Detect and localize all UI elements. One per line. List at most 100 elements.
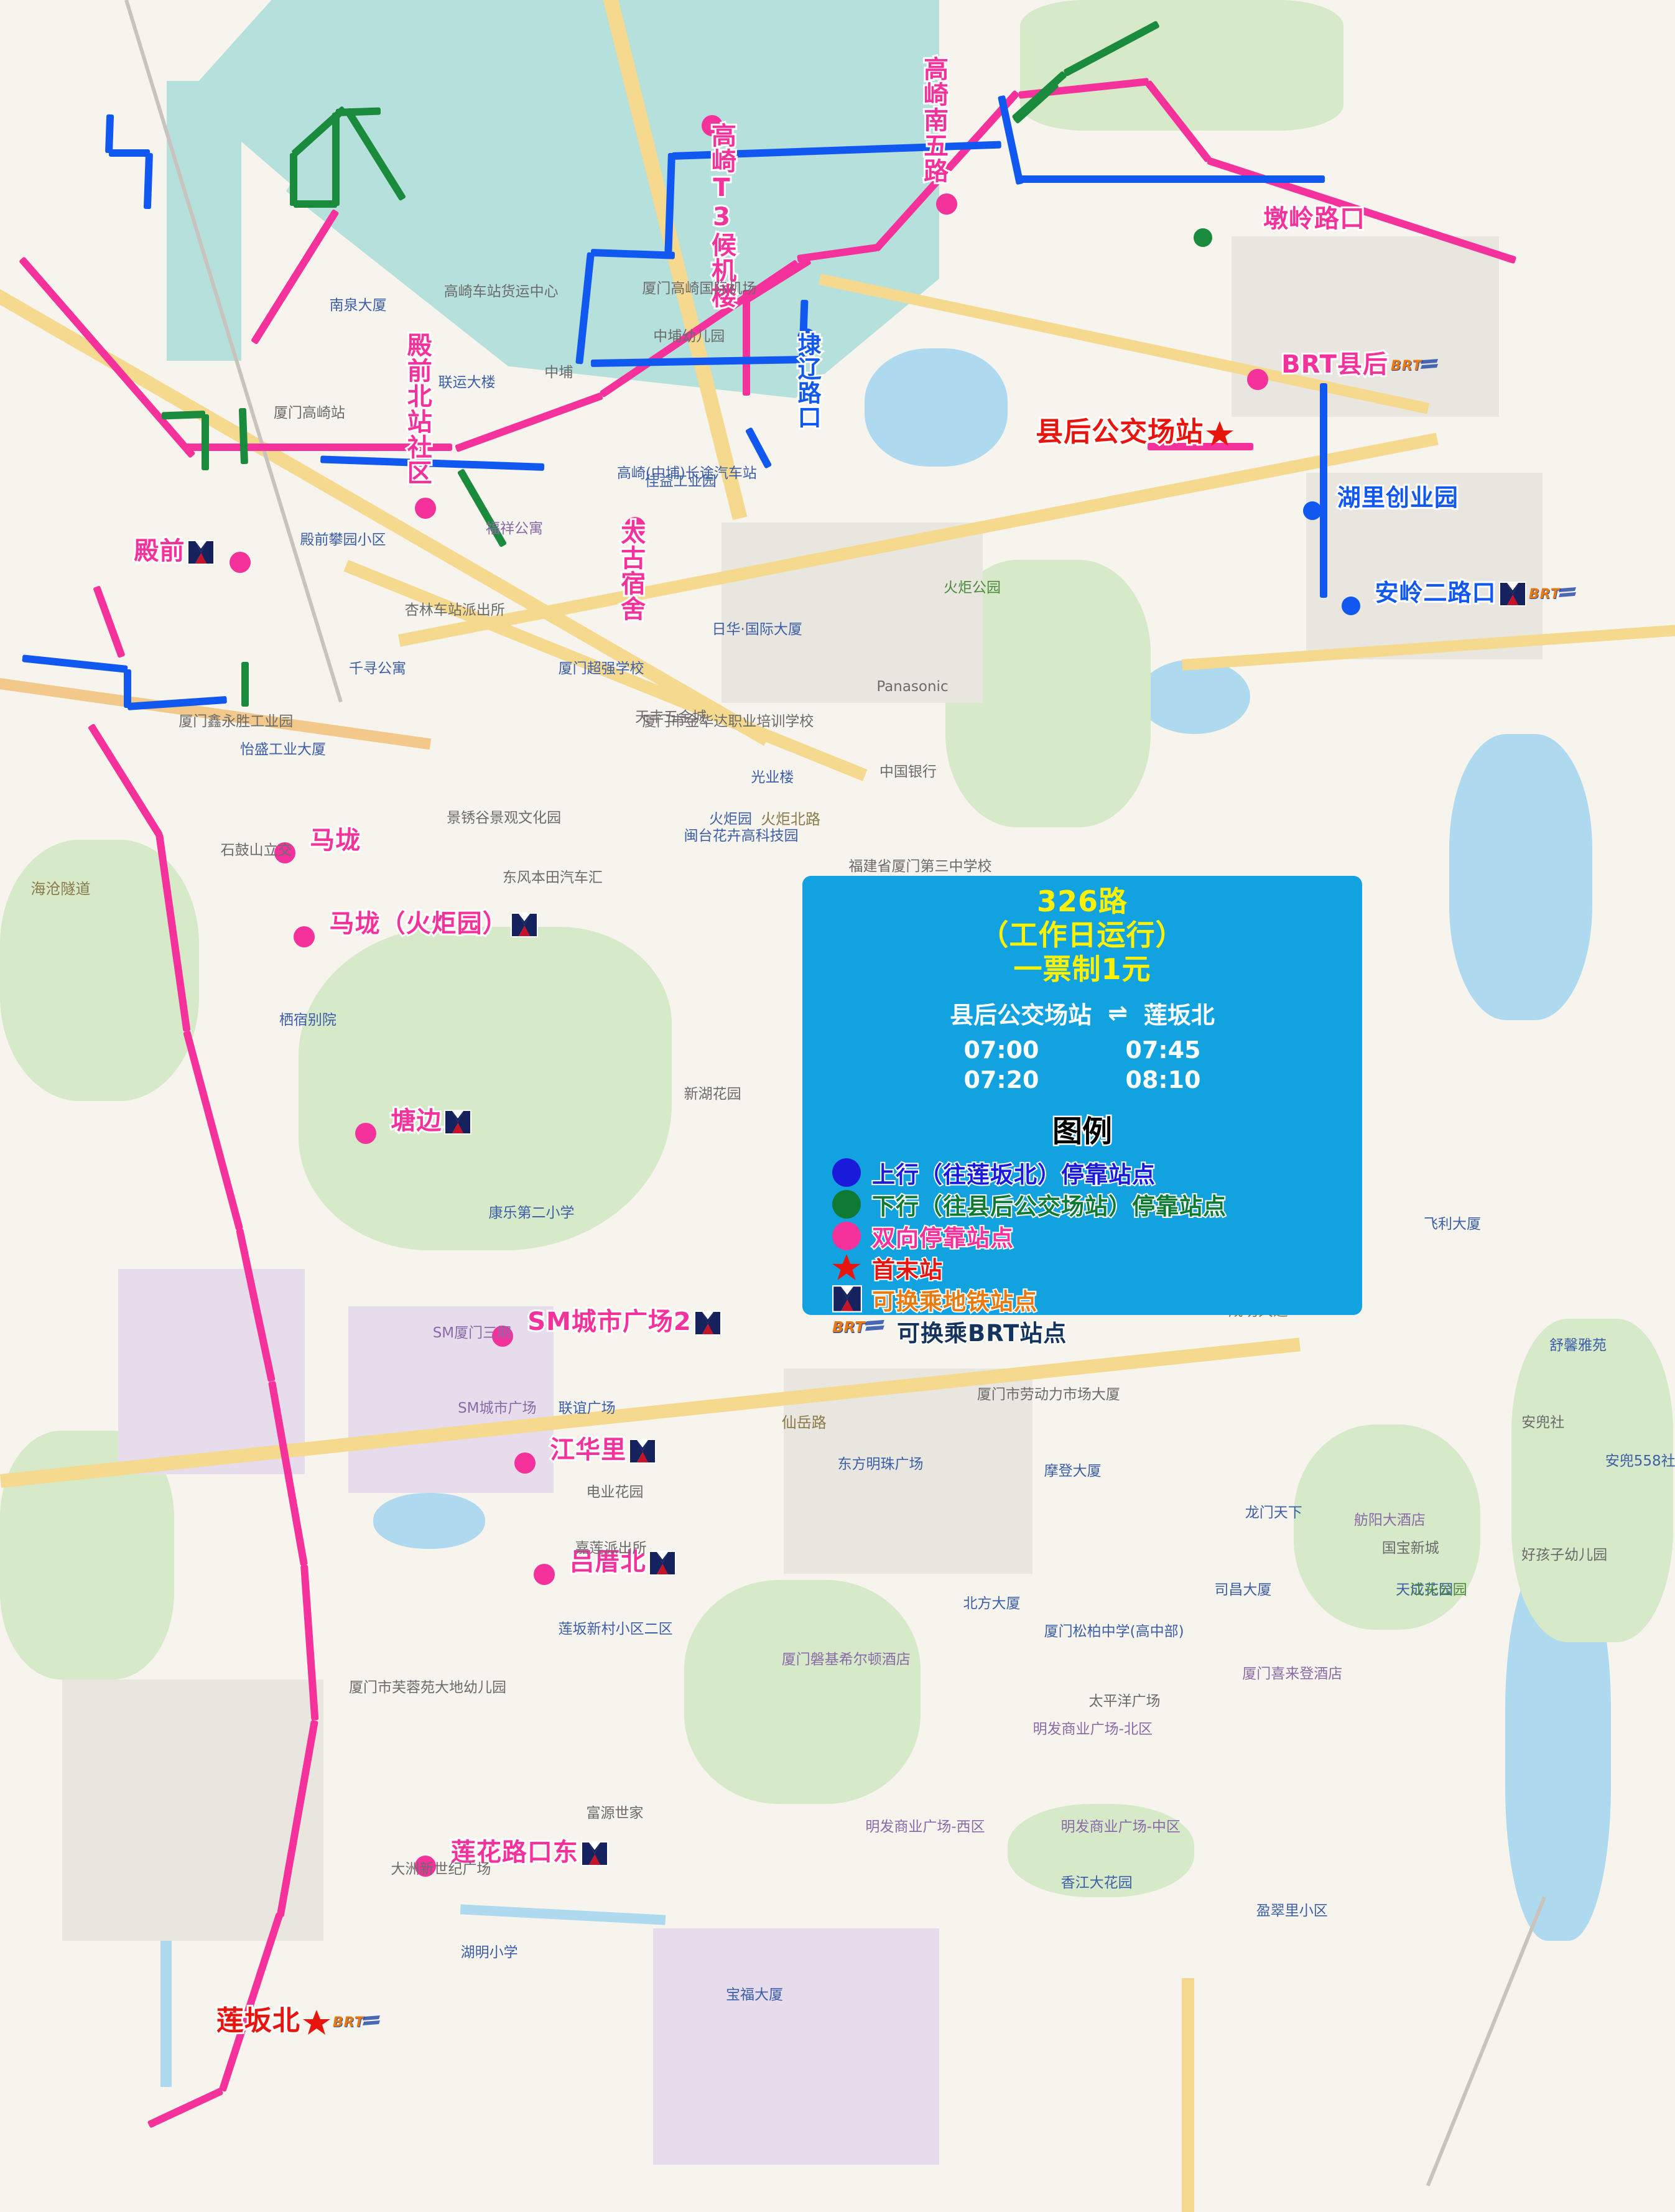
pink-circle-icon	[832, 1221, 861, 1250]
transit-route-map: 高崎T3候机楼 高崎南五路 墩岭路口 埭辽路口 殿前北站社区 BRT县后 BRT BRT 县后公…	[0, 0, 1675, 2212]
route-destination: 莲坂北	[1143, 1001, 1215, 1029]
route-green-taigu	[238, 407, 248, 465]
route-green-t3-3	[294, 200, 337, 208]
map-poi-label: 中国银行	[879, 763, 937, 780]
airport-zone	[286, 0, 939, 398]
station-label: 殿前	[132, 537, 215, 565]
stop-marker-both[interactable]	[935, 193, 957, 215]
map-poi-label: 明发商业广场-中区	[1060, 1819, 1181, 1836]
map-poi-label: 高崎车站货运中心	[443, 283, 559, 300]
departure-row-1: 07:00 07:45	[802, 1035, 1362, 1066]
station-name: 安岭二路口	[1373, 579, 1497, 606]
map-poi-label: 太平洋广场	[1088, 1693, 1161, 1710]
map-poi-label: 好孩子幼儿园	[1521, 1546, 1608, 1563]
station-name: SM城市广场2	[526, 1308, 692, 1337]
route-info-legend-panel: 326路 （工作日运行） 一票制1元 县后公交场站 ⇌ 莲坂北 07:00 07…	[802, 876, 1362, 1348]
legend-item-label: 可换乘地铁站点	[871, 1287, 1038, 1316]
legend-item: 双向停靠站点	[832, 1220, 1362, 1253]
map-poi-label: 厦门市芙蓉苑大地幼儿园	[349, 1680, 507, 1696]
route-origin: 县后公交场站	[950, 1001, 1092, 1029]
green-stdium	[1020, 0, 1343, 131]
route-pink-malong-2	[183, 1030, 244, 1231]
station-label: 马垅	[308, 826, 362, 855]
green-strip-1	[684, 1580, 921, 1804]
map-poi-label: 东风本田汽车汇	[502, 870, 603, 886]
map-poi-label: 明发商业广场-北区	[1032, 1721, 1153, 1738]
stop-marker-both[interactable]	[415, 497, 437, 519]
station-label: 湖里创业园	[1335, 483, 1460, 511]
station-label: 埭辽路口	[792, 330, 823, 431]
bay-strip	[167, 81, 241, 361]
route-blue-hulichy	[1320, 383, 1327, 439]
stop-marker-both[interactable]	[229, 552, 251, 574]
park-tanbian	[299, 927, 672, 1250]
route-blue-toploop-1	[105, 114, 114, 154]
departure-row-2: 07:20 08:10	[802, 1065, 1362, 1095]
brt-logo-icon: BRT BRT	[832, 1317, 886, 1345]
stop-marker-both[interactable]	[355, 1123, 376, 1145]
water-canal-2	[460, 1904, 666, 1925]
green-circle-icon	[832, 1189, 861, 1219]
block-mingfa	[653, 1928, 939, 2165]
station-name: 江华里	[548, 1436, 628, 1465]
station-name: 塘边	[389, 1106, 443, 1135]
map-poi-label: 火炬园	[709, 811, 753, 828]
water-inlet	[1449, 734, 1592, 1020]
route-green-t3-4	[290, 153, 297, 206]
route-origin-destination: 县后公交场站 ⇌ 莲坂北	[802, 996, 1362, 1030]
railway-south	[1426, 1896, 1546, 2186]
station-name: BRT县后	[1279, 350, 1390, 379]
station-label: 安岭二路口 BRT BRT	[1373, 579, 1577, 607]
route-blue-shigu-loop-1	[22, 654, 128, 673]
stop-marker-both[interactable]	[514, 1452, 536, 1474]
station-name: 湖里创业园	[1335, 483, 1460, 511]
map-poi-label: 安兜558社区	[1605, 1453, 1675, 1470]
route-blue-anling	[1320, 436, 1327, 598]
station-name: 埭辽路口	[792, 330, 823, 431]
map-poi-label: 联谊广场	[558, 1400, 616, 1417]
metro-transfer-icon	[578, 1838, 608, 1867]
stop-marker-up[interactable]	[1302, 501, 1322, 521]
route-pink-t3-up	[743, 290, 750, 396]
station-label: 太古宿舍	[615, 518, 647, 623]
route-green-shigu	[241, 662, 249, 707]
map-poi-label: 嘉莲派出所	[575, 1540, 647, 1556]
legend-item: 上行（往莲坂北）停靠站点	[832, 1156, 1362, 1189]
map-poi-label: 福建省厦门第三中学校	[848, 858, 992, 875]
station-label: 殿前北站社区	[401, 330, 434, 487]
station-name: 莲坂北	[215, 2005, 302, 2037]
station-label: 塘边	[389, 1106, 472, 1135]
map-poi-label: 海沧隧道	[30, 880, 91, 898]
metro-transfer-icon	[185, 537, 215, 565]
map-poi-label: SM城市广场	[458, 1400, 537, 1417]
map-poi-label: 摩登大厦	[1044, 1463, 1102, 1480]
road-jiahe-south	[1182, 1978, 1194, 2212]
map-poi-label: 日华·国际大厦	[712, 621, 802, 638]
map-poi-label: 明发商业广场-西区	[865, 1819, 985, 1836]
legend-item-label: 可换乘BRT站点	[896, 1319, 1067, 1348]
legend-item: 下行（往县后公交场站）停靠站点	[832, 1188, 1362, 1221]
metro-transfer-icon	[692, 1308, 722, 1336]
metro-transfer-icon	[508, 909, 538, 938]
map-poi-label: 厦门松柏中学(高中部)	[1044, 1624, 1184, 1640]
route-blue-dianqian-w	[320, 455, 545, 471]
map-poi-label: 东方明珠广场	[837, 1456, 924, 1472]
map-poi-label: 福祥公寓	[485, 521, 543, 537]
map-poi-label: 联运大楼	[438, 374, 496, 391]
bidirectional-arrow-icon: ⇌	[1108, 999, 1128, 1027]
map-poi-label: 杏林车站派出所	[404, 602, 505, 618]
map-poi-label: 大洲新世纪广场	[391, 1861, 491, 1877]
legend-item-list: 上行（往莲坂北）停靠站点 下行（往县后公交场站）停靠站点 双向停靠站点 首末站 可换乘地…	[802, 1156, 1362, 1348]
station-label: 莲坂北 BRT BRT	[215, 2005, 381, 2037]
station-label: 马垅（火炬园）	[328, 909, 538, 938]
brt-transfer-icon: BRT BRT	[330, 2005, 381, 2037]
stop-marker-both[interactable]	[534, 1564, 555, 1586]
station-label: 江华里	[548, 1436, 657, 1465]
route-pink-shigu	[87, 723, 164, 839]
metro-logo-icon	[832, 1285, 862, 1314]
stop-marker-down[interactable]	[1194, 228, 1213, 247]
origin-departure-1: 07:00	[963, 1036, 1039, 1064]
legend-item: 可换乘地铁站点	[832, 1283, 1362, 1316]
stop-marker-both[interactable]	[294, 926, 315, 947]
departure-times-table: 07:00 07:45 07:20 08:10	[802, 1035, 1362, 1095]
